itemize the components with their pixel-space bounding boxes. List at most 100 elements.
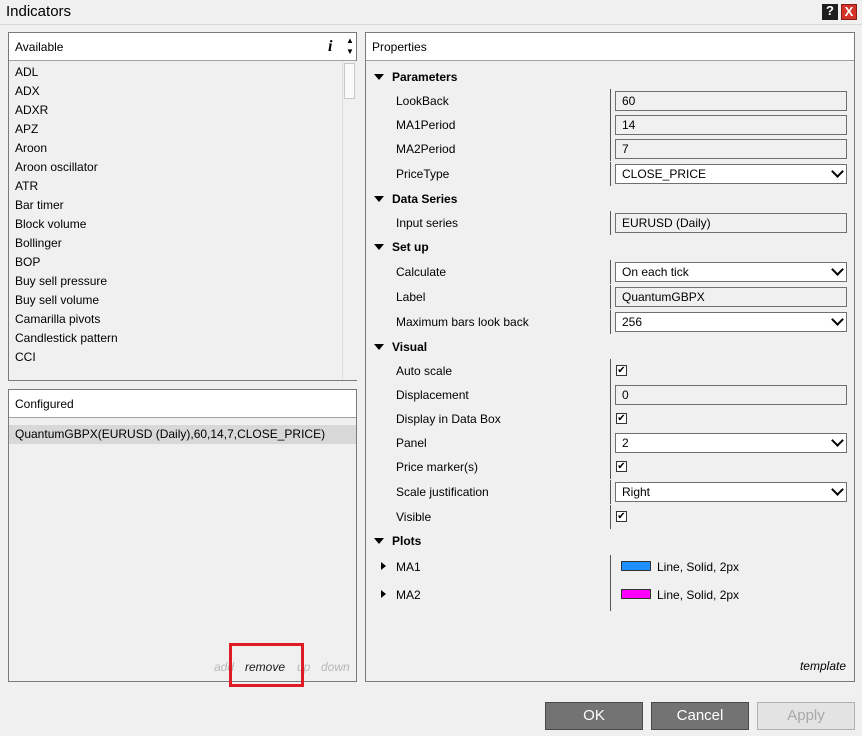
category-label: Visual	[392, 340, 428, 354]
info-icon[interactable]: i	[328, 38, 332, 56]
available-list: ADL ADX ADXR APZ Aroon Aroon oscillator ATR Bar…	[9, 63, 341, 367]
row-display-data-box: Display in Data Box ✔	[366, 407, 854, 431]
price-markers-checkbox[interactable]: ✔	[616, 461, 627, 472]
calculate-select[interactable]: On each tick	[615, 262, 847, 282]
divider	[610, 555, 611, 583]
list-item[interactable]: Buy sell volume	[9, 291, 341, 310]
list-item[interactable]: Buy sell pressure	[9, 272, 341, 291]
row-visible: Visible ✔	[366, 505, 854, 529]
chevron-down-icon	[831, 263, 844, 276]
divider	[610, 505, 611, 529]
row-max-bars: Maximum bars look back 256	[366, 310, 854, 334]
input-series-label: Input series	[396, 216, 459, 230]
configured-item[interactable]: QuantumGBPX(EURUSD (Daily),60,14,7,CLOSE…	[9, 425, 356, 444]
ma1period-field[interactable]: 14	[615, 115, 847, 135]
price-markers-label: Price marker(s)	[396, 460, 479, 474]
expand-triangle-icon[interactable]	[381, 562, 386, 570]
lookback-field[interactable]: 60	[615, 91, 847, 111]
list-item[interactable]: ADXR	[9, 101, 341, 120]
list-item[interactable]: BOP	[9, 253, 341, 272]
display-data-box-checkbox[interactable]: ✔	[616, 413, 627, 424]
panel-label: Panel	[396, 436, 427, 450]
divider	[610, 285, 611, 309]
max-bars-select[interactable]: 256	[615, 312, 847, 332]
list-item[interactable]: ADL	[9, 63, 341, 82]
available-scrollbar[interactable]	[342, 61, 357, 380]
ma2period-field[interactable]: 7	[615, 139, 847, 159]
remove-highlight-box	[229, 643, 304, 687]
divider	[610, 162, 611, 186]
collapse-triangle-icon[interactable]	[374, 196, 384, 203]
scroll-down-icon[interactable]: ▼	[346, 47, 354, 56]
plot-ma2-color-swatch[interactable]	[621, 589, 651, 599]
properties-header: Properties	[366, 33, 854, 61]
row-plot-ma2: MA2 Line, Solid, 2px	[366, 583, 854, 611]
panel-value: 2	[622, 436, 629, 450]
collapse-triangle-icon[interactable]	[374, 344, 384, 351]
property-grid: Parameters LookBack 60 MA1Period 14 MA2P…	[366, 61, 854, 681]
list-item[interactable]: Candlestick pattern	[9, 329, 341, 348]
cancel-button[interactable]: Cancel	[651, 702, 749, 730]
plot-ma1-style[interactable]: Line, Solid, 2px	[657, 560, 739, 574]
divider	[610, 310, 611, 334]
scroll-up-icon[interactable]: ▲	[346, 36, 354, 45]
list-item[interactable]: Block volume	[9, 215, 341, 234]
plot-ma2-style[interactable]: Line, Solid, 2px	[657, 588, 739, 602]
collapse-triangle-icon[interactable]	[374, 74, 384, 81]
configured-panel: Configured QuantumGBPX(EURUSD (Daily),60…	[8, 389, 357, 682]
apply-button[interactable]: Apply	[757, 702, 855, 730]
template-link[interactable]: template	[800, 659, 846, 673]
category-label: Data Series	[392, 192, 458, 206]
list-item[interactable]: ATR	[9, 177, 341, 196]
pricetype-select[interactable]: CLOSE_PRICE	[615, 164, 847, 184]
row-auto-scale: Auto scale ✔	[366, 359, 854, 383]
divider	[610, 89, 611, 113]
auto-scale-label: Auto scale	[396, 364, 453, 378]
list-item[interactable]: APZ	[9, 120, 341, 139]
list-item[interactable]: Camarilla pivots	[9, 310, 341, 329]
category-data-series[interactable]: Data Series	[366, 189, 457, 209]
configured-title: Configured	[15, 397, 74, 411]
pricetype-label: PriceType	[396, 167, 450, 181]
ok-button[interactable]: OK	[545, 702, 643, 730]
expand-triangle-icon[interactable]	[381, 590, 386, 598]
displacement-field[interactable]: 0	[615, 385, 847, 405]
visible-checkbox[interactable]: ✔	[616, 511, 627, 522]
list-item[interactable]: Aroon oscillator	[9, 158, 341, 177]
row-price-markers: Price marker(s) ✔	[366, 455, 854, 479]
row-input-series: Input series EURUSD (Daily)	[366, 211, 854, 235]
list-item[interactable]: CCI	[9, 348, 341, 367]
down-link[interactable]: down	[321, 660, 350, 674]
collapse-triangle-icon[interactable]	[374, 538, 384, 545]
chevron-down-icon	[831, 483, 844, 496]
calculate-label: Calculate	[396, 265, 447, 279]
available-title: Available	[15, 40, 64, 54]
list-item[interactable]: Bollinger	[9, 234, 341, 253]
label-field[interactable]: QuantumGBPX	[615, 287, 847, 307]
max-bars-value: 256	[622, 315, 643, 329]
collapse-triangle-icon[interactable]	[374, 244, 384, 251]
auto-scale-checkbox[interactable]: ✔	[616, 365, 627, 376]
category-label: Set up	[392, 240, 429, 254]
scrollbar-thumb[interactable]	[344, 63, 355, 99]
pricetype-value: CLOSE_PRICE	[622, 167, 707, 181]
input-series-field[interactable]: EURUSD (Daily)	[615, 213, 847, 233]
category-setup[interactable]: Set up	[366, 237, 429, 257]
row-ma2period: MA2Period 7	[366, 137, 854, 161]
row-label: Label QuantumGBPX	[366, 285, 854, 309]
properties-title: Properties	[372, 40, 427, 54]
category-plots[interactable]: Plots	[366, 531, 421, 551]
category-parameters[interactable]: Parameters	[366, 67, 457, 87]
close-button[interactable]: X	[841, 4, 857, 20]
list-item[interactable]: Aroon	[9, 139, 341, 158]
list-item[interactable]: ADX	[9, 82, 341, 101]
panel-select[interactable]: 2	[615, 433, 847, 453]
plot-ma2-label: MA2	[396, 588, 421, 602]
category-visual[interactable]: Visual	[366, 337, 427, 357]
plot-ma1-color-swatch[interactable]	[621, 561, 651, 571]
help-button[interactable]: ?	[822, 4, 838, 20]
scale-justification-select[interactable]: Right	[615, 482, 847, 502]
plot-ma1-label: MA1	[396, 560, 421, 574]
list-item[interactable]: Bar timer	[9, 196, 341, 215]
divider	[610, 359, 611, 383]
